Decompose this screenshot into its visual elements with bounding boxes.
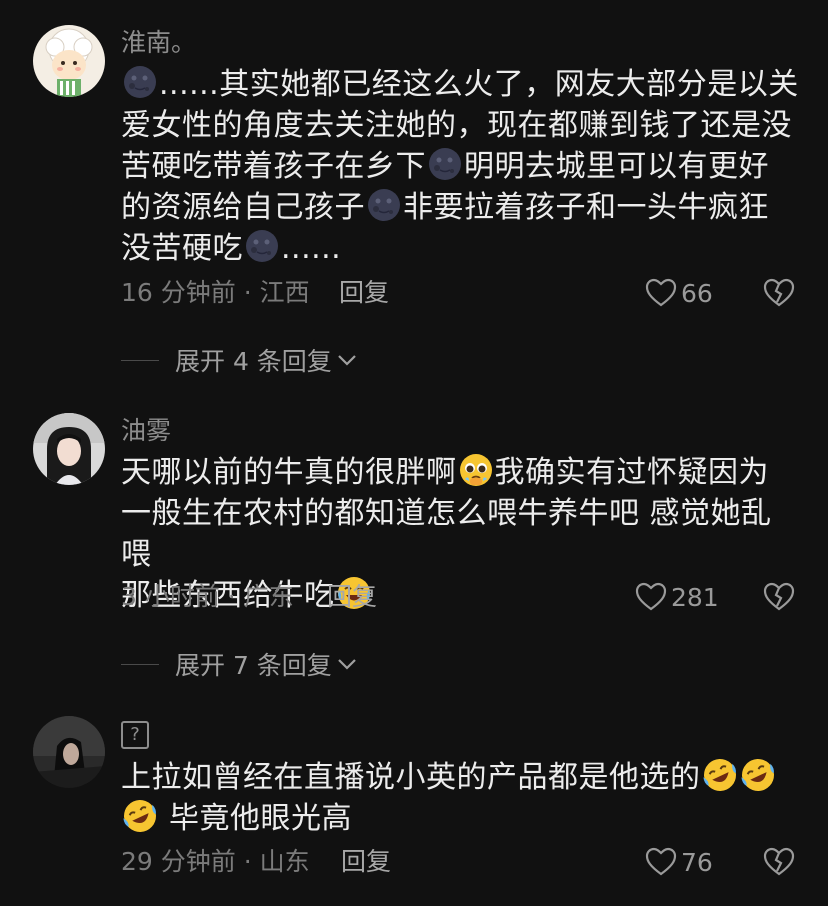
reply-button[interactable]: 回复 — [341, 847, 391, 877]
comment-line: 爱女性的角度去关注她的，现在都赚到钱了还是没 — [121, 108, 792, 143]
avatar[interactable] — [33, 25, 105, 97]
comment-time-location: 29 分钟前 · 山东 — [121, 847, 310, 876]
comment-line: 一般生在农村的都知道怎么喂牛养牛吧 感觉她乱喂 — [121, 496, 772, 572]
like-count: 66 — [681, 278, 713, 308]
comment-line: 没苦硬吃 — [121, 231, 243, 266]
new-moon-face-icon — [123, 65, 157, 99]
comment-line: 明明去城里可以有更好 — [464, 149, 769, 184]
comment-line: 我确实有过怀疑因为 — [494, 455, 769, 490]
divider — [121, 359, 159, 361]
expand-replies-button[interactable]: 展开 4 条回复 — [121, 345, 358, 376]
pleading-face-icon — [459, 453, 493, 487]
expand-replies-button[interactable]: 展开 7 条回复 — [121, 649, 358, 680]
new-moon-face-icon — [367, 188, 401, 222]
username[interactable]: 油雾 — [121, 416, 171, 446]
avatar[interactable] — [33, 716, 105, 788]
broken-heart-icon — [763, 278, 795, 307]
comment-line: 上拉如曾经在直播说小英的产品都是他选的 — [121, 760, 701, 795]
broken-heart-icon — [763, 847, 795, 876]
comment-line: ...... — [281, 231, 342, 266]
comment-line: 非要拉着孩子和一头牛疯狂 — [403, 190, 769, 225]
comment-text: ......其实她都已经这么火了，网友大部分是以关 爱女性的角度去关注她的，现在… — [121, 64, 801, 269]
chevron-down-icon — [338, 355, 356, 366]
comment-line: 的资源给自己孩子 — [121, 190, 365, 225]
heart-icon — [635, 582, 667, 611]
rolling-laughing-face-icon — [123, 799, 157, 833]
expand-replies-label: 展开 7 条回复 — [175, 651, 332, 680]
dislike-button[interactable] — [763, 847, 795, 877]
heart-icon — [645, 847, 677, 876]
new-moon-face-icon — [428, 147, 462, 181]
comment-text: 上拉如曾经在直播说小英的产品都是他选的 毕竟他眼光高 — [121, 757, 801, 839]
reply-button[interactable]: 回复 — [339, 278, 389, 308]
divider — [121, 663, 159, 665]
like-button[interactable]: 281 — [635, 582, 719, 612]
comment-line: 苦硬吃带着孩子在乡下 — [121, 149, 426, 184]
rolling-laughing-face-icon — [702, 758, 737, 792]
comment-time-location: 16 分钟前 · 江西 — [121, 278, 310, 307]
sheep-avatar-icon — [33, 25, 105, 97]
like-count: 76 — [681, 847, 713, 877]
broken-heart-icon — [763, 582, 795, 611]
chevron-down-icon — [338, 659, 356, 670]
username[interactable]: 淮南。 — [121, 28, 196, 58]
reply-button[interactable]: 回复 — [327, 582, 377, 612]
unknown-username-icon[interactable]: ? — [121, 721, 149, 749]
comment-line: 毕竟他眼光高 — [169, 801, 353, 836]
comment-line: ......其实她都已经这么火了，网友大部分是以关 — [159, 67, 799, 102]
rolling-laughing-face-icon — [740, 758, 775, 792]
like-button[interactable]: 66 — [645, 278, 713, 308]
expand-replies-label: 展开 4 条回复 — [175, 347, 332, 376]
like-button[interactable]: 76 — [645, 847, 713, 877]
dark-photo-avatar-icon — [33, 716, 105, 788]
avatar[interactable] — [33, 413, 105, 485]
girl-photo-avatar-icon — [33, 413, 105, 485]
dislike-button[interactable] — [763, 278, 795, 308]
new-moon-face-icon — [245, 229, 279, 263]
dislike-button[interactable] — [763, 582, 795, 612]
comment-line: 天哪以前的牛真的很胖啊 — [121, 455, 457, 490]
like-count: 281 — [671, 582, 719, 612]
heart-icon — [645, 278, 677, 307]
comment-time-location: 3 小时前 · 广东 — [121, 582, 294, 611]
